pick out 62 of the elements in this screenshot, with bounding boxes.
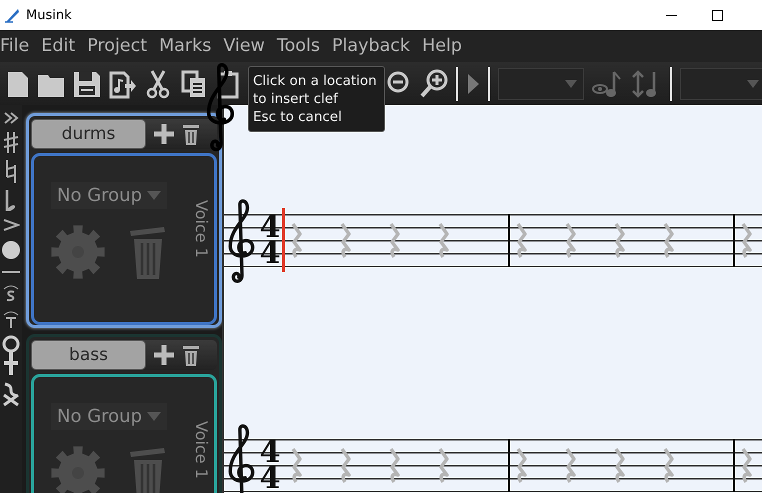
double-chevron-icon[interactable] <box>2 111 20 125</box>
maximize-icon <box>712 10 722 20</box>
menu-item[interactable]: Playback <box>332 36 414 56</box>
quarter-rest <box>661 222 675 260</box>
eye-note-icon[interactable] <box>592 68 622 98</box>
trash-icon[interactable] <box>182 343 200 367</box>
tooltip-text: Click on a location <box>253 72 378 90</box>
minimize-icon <box>666 14 676 16</box>
menu-item[interactable]: Tools <box>276 36 323 56</box>
group-dropdown[interactable]: No Group <box>51 403 167 430</box>
quarter-rest <box>289 222 303 260</box>
tooltip-text: to insert clef <box>253 90 340 108</box>
voice-label: Voice 1 <box>192 200 211 258</box>
ornament-icon[interactable] <box>2 381 20 407</box>
quarter-rest <box>661 446 675 484</box>
dropdown-caret-icon <box>147 412 161 421</box>
mordent-icon[interactable] <box>2 283 20 303</box>
quarter-rest <box>338 222 352 260</box>
menu-item[interactable]: Edit <box>41 36 78 56</box>
track-name-field[interactable]: durms <box>31 119 146 149</box>
quarter-rest <box>612 222 626 260</box>
quarter-rest <box>338 446 352 484</box>
tooltip-text: Esc to cancel <box>253 108 343 126</box>
menu-item[interactable]: View <box>223 36 268 56</box>
quarter-rest <box>387 222 401 260</box>
quarter-rest <box>612 446 626 484</box>
quarter-rest <box>514 222 528 260</box>
quarter-rest <box>436 222 450 260</box>
dropdown-caret-icon <box>747 80 759 88</box>
sharp-icon[interactable] <box>2 131 20 153</box>
copy-icon[interactable] <box>180 68 208 98</box>
paste-icon[interactable] <box>216 68 240 98</box>
add-icon[interactable] <box>152 343 176 367</box>
dropdown-caret-icon <box>565 80 577 88</box>
quarter-rest <box>739 446 753 484</box>
quarter-rest <box>563 446 577 484</box>
cut-icon[interactable] <box>144 68 172 98</box>
quarter-rest <box>739 222 753 260</box>
window-title: Musink <box>26 8 72 22</box>
track-panel[interactable]: bass No Group Voice 1 <box>26 334 222 493</box>
accent-icon[interactable] <box>2 217 20 233</box>
quarter-rest <box>436 446 450 484</box>
dot-icon[interactable] <box>2 239 20 261</box>
menu-item[interactable]: File <box>0 36 32 56</box>
trash-icon[interactable] <box>182 122 200 146</box>
track-name-field[interactable]: bass <box>31 340 146 370</box>
quarter-rest <box>563 222 577 260</box>
app-logo-icon <box>4 7 20 23</box>
track-panel[interactable]: durms No Group Voice 1 <box>26 113 222 328</box>
add-icon[interactable] <box>152 122 176 146</box>
group-dropdown[interactable]: No Group <box>51 182 167 209</box>
dropdown-caret-icon <box>147 191 161 200</box>
zoom-in-icon[interactable] <box>420 68 448 98</box>
quarter-rest <box>514 446 528 484</box>
menu-item[interactable]: Project <box>87 36 150 56</box>
voice-label: Voice 1 <box>192 421 211 479</box>
menu-item[interactable]: Help <box>422 36 465 56</box>
quarter-rest <box>387 446 401 484</box>
quarter-rest <box>289 446 303 484</box>
export-music-icon[interactable] <box>108 68 136 98</box>
trill-icon[interactable] <box>2 309 20 329</box>
menu-item[interactable]: Marks <box>159 36 214 56</box>
